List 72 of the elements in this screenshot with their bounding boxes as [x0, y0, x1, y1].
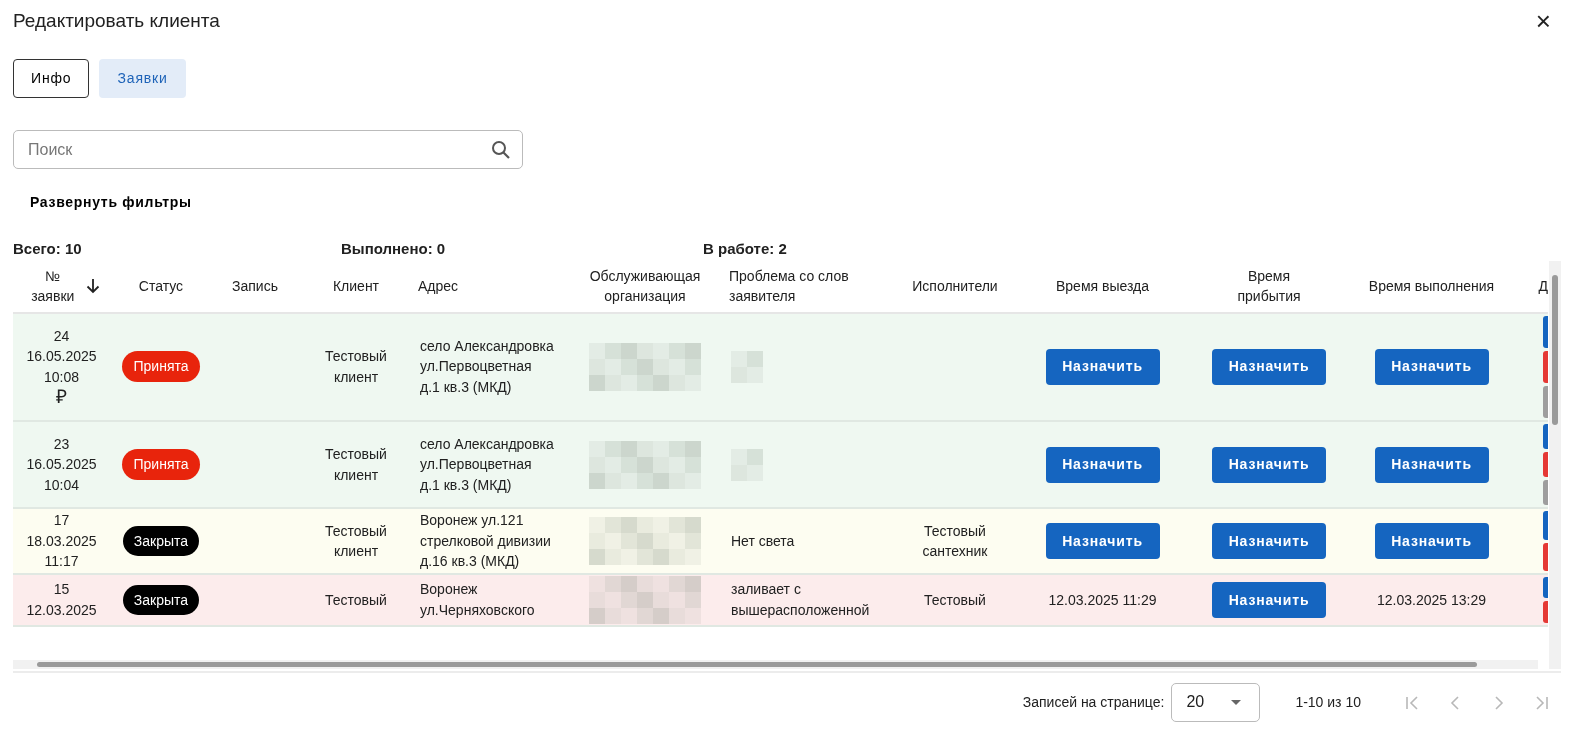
cut-off-button[interactable] [1543, 542, 1548, 571]
time-text: 12.03.2025 13:29 [1377, 591, 1486, 608]
search-icon[interactable] [491, 140, 511, 160]
assign-button[interactable]: Назначить [1045, 523, 1160, 560]
summary-count: Выполнено: 0 [341, 239, 447, 259]
assign-button[interactable]: Назначить [1374, 446, 1489, 483]
status-badge: Закрыта [122, 584, 200, 616]
column-header[interactable]: Д [1538, 275, 1548, 297]
column-header[interactable]: Время выезда [1055, 275, 1150, 297]
status-badge: Принята [122, 449, 200, 480]
cut-off-button[interactable] [1543, 480, 1548, 506]
page-range: 1-10 из 10 [1295, 692, 1361, 712]
address-text: село Александровка ул.Первоцветная д.1 кв.3 (МКД) [420, 434, 555, 495]
address-text: Воронеж ул.121 стрелковой дивизии д.16 кв.3 (МКД) [420, 511, 552, 572]
address-text: село Александровка ул.Первоцветная д.1 кв.3 (МКД) [420, 336, 555, 397]
client-name: Тестовый клиент [324, 521, 388, 562]
assign-button[interactable]: Назначить [1045, 446, 1160, 483]
cut-off-button[interactable] [1543, 576, 1548, 599]
executor-name: Тестовый сантехник [921, 521, 989, 562]
close-button[interactable]: × [1531, 8, 1555, 34]
column-header[interactable]: Статус [138, 275, 184, 297]
problem-text: заливает с вышерасположенной [731, 580, 871, 620]
cut-off-button[interactable] [1543, 423, 1548, 450]
cut-off-button[interactable] [1543, 452, 1548, 478]
assign-button[interactable]: Назначить [1212, 581, 1326, 618]
request-number: 15 12.03.2025 [25, 580, 98, 620]
assign-button[interactable]: Назначить [1212, 446, 1326, 483]
tab[interactable]: Заявки [99, 59, 186, 98]
cut-off-button[interactable] [1543, 315, 1548, 348]
cut-off-button[interactable] [1543, 350, 1548, 383]
column-header[interactable]: № заявки [22, 265, 83, 307]
executor-name: Тестовый [924, 590, 986, 610]
summary-count: Всего: 10 [13, 239, 83, 259]
address-text: Воронеж ул.Черняховского [420, 580, 536, 620]
assign-button[interactable]: Назначить [1045, 348, 1160, 385]
column-header[interactable]: Клиент [332, 275, 380, 297]
ruble-sign: ₽ [55, 387, 68, 408]
request-number: 23 16.05.2025 10:04 [25, 434, 98, 495]
redacted-blur [731, 448, 763, 481]
dialog-title: Редактировать клиента [13, 9, 220, 33]
client-name: Тестовый клиент [324, 347, 388, 387]
request-number: 24 16.05.2025 10:08 [25, 326, 98, 387]
request-number: 17 18.03.2025 11:17 [25, 511, 98, 572]
search-field[interactable]: Поиск [13, 130, 523, 169]
horizontal-scrollbar[interactable] [13, 659, 1538, 669]
assign-button[interactable]: Назначить [1374, 348, 1489, 385]
rows-per-page-select[interactable]: 20 [1171, 682, 1261, 722]
column-header[interactable]: Запись [232, 275, 278, 297]
column-header[interactable]: Обслуживающая организация [580, 265, 710, 307]
redacted-blur [731, 350, 763, 383]
assign-button[interactable]: Назначить [1374, 523, 1489, 560]
cut-off-button[interactable] [1543, 385, 1548, 418]
expand-filters-button[interactable]: Развернуть фильтры [13, 188, 209, 217]
time-text: 12.03.2025 11:29 [1048, 591, 1157, 608]
vertical-scrollbar[interactable] [1549, 260, 1561, 669]
column-header[interactable]: Проблема со слов заявителя [729, 265, 869, 307]
column-header[interactable]: Время выполнения [1368, 275, 1495, 297]
assign-button[interactable]: Назначить [1212, 348, 1326, 385]
status-badge: Принята [122, 351, 200, 382]
rows-per-page-label: Записей на странице: [1022, 692, 1165, 712]
status-badge: Закрыта [122, 525, 200, 557]
caret-icon [1231, 699, 1242, 705]
column-header[interactable]: Адрес [418, 275, 459, 297]
client-name: Тестовый клиент [324, 445, 388, 485]
assign-button[interactable]: Назначить [1212, 523, 1326, 560]
summary-count: В работе: 2 [703, 239, 788, 259]
client-name: Тестовый [325, 590, 387, 610]
column-header[interactable]: Время прибытия [1234, 265, 1304, 307]
tab[interactable]: Инфо [13, 59, 90, 98]
column-header[interactable]: Исполнители [912, 275, 998, 297]
sort-arrow-icon[interactable] [86, 278, 101, 294]
problem-text: Нет света [731, 531, 796, 551]
